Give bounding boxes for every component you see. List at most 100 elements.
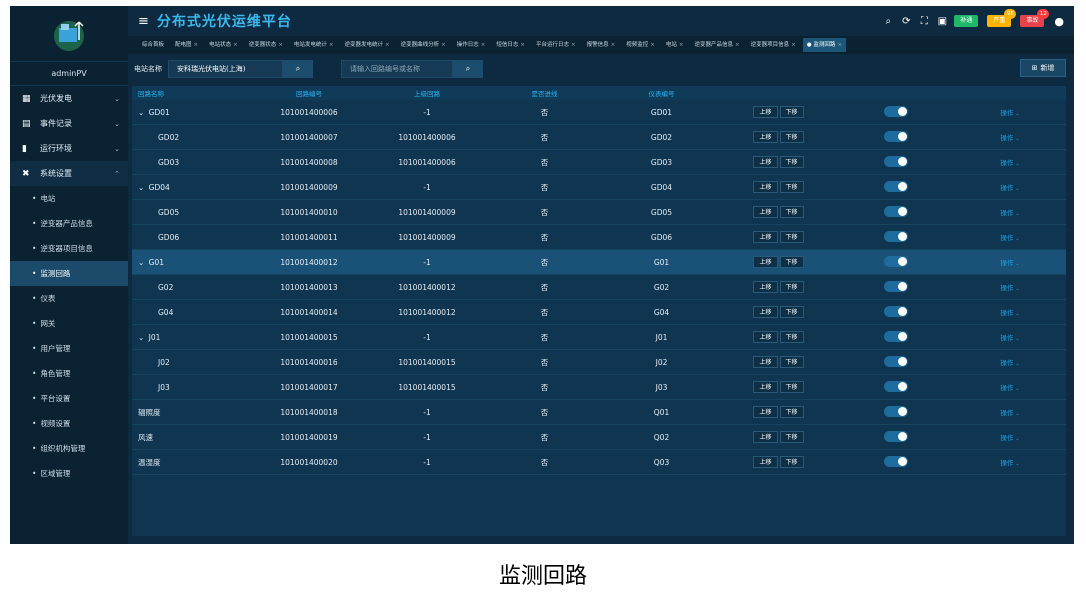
action-dropdown[interactable]: 操作 ⌄ (1000, 234, 1019, 242)
move-up-button[interactable]: 上移 (753, 206, 778, 218)
action-dropdown[interactable]: 操作 ⌄ (1000, 109, 1019, 117)
status-toggle[interactable] (883, 405, 908, 417)
tab[interactable]: 短信日志 × (492, 38, 529, 52)
sidebar-item[interactable]: • 逆变器项目信息 (10, 236, 128, 261)
tab-close-icon[interactable]: × (233, 42, 238, 48)
move-down-button[interactable]: 下移 (779, 331, 804, 343)
action-dropdown[interactable]: 操作 ⌄ (1000, 459, 1019, 467)
table-row[interactable]: 辐照度 101001400018 -1 否 Q01 上移 下移 操作 ⌄ (132, 400, 1066, 425)
tab-close-icon[interactable]: × (679, 42, 684, 48)
tab[interactable]: 逆变器状态 × (245, 38, 287, 52)
sidebar-item[interactable]: • 平台设置 (10, 386, 128, 411)
sidebar-group[interactable]: ▦ 光伏发电 ⌄ (10, 86, 128, 111)
move-down-button[interactable]: 下移 (779, 106, 804, 118)
tab[interactable]: ● 监测回路 × (802, 38, 846, 52)
table-row[interactable]: ⌄ GD01 101001400006 -1 否 GD01 上移 下移 操作 ⌄ (132, 100, 1066, 125)
menu-toggle-icon[interactable]: ≡ (138, 14, 149, 29)
tab[interactable]: 逆变器项目信息 × (747, 38, 800, 52)
status-toggle[interactable] (883, 280, 908, 292)
move-down-button[interactable]: 下移 (779, 231, 804, 243)
status-toggle[interactable] (883, 255, 908, 267)
move-up-button[interactable]: 上移 (753, 306, 778, 318)
sidebar-item[interactable]: • 组织机构管理 (10, 436, 128, 461)
table-row[interactable]: ⌄ J01 101001400015 -1 否 J01 上移 下移 操作 ⌄ (132, 325, 1066, 350)
move-up-button[interactable]: 上移 (753, 406, 778, 418)
status-toggle[interactable] (883, 105, 908, 117)
tab-close-icon[interactable]: × (278, 42, 283, 48)
move-down-button[interactable]: 下移 (779, 181, 804, 193)
move-down-button[interactable]: 下移 (779, 406, 804, 418)
status-toggle[interactable] (883, 180, 908, 192)
tab-close-icon[interactable]: × (735, 42, 740, 48)
move-down-button[interactable]: 下移 (779, 356, 804, 368)
status-toggle[interactable] (883, 430, 908, 442)
move-up-button[interactable]: 上移 (753, 281, 778, 293)
tab[interactable]: 电站 × (662, 38, 688, 52)
expand-chevron-icon[interactable]: ⌄ (138, 183, 147, 192)
move-up-button[interactable]: 上移 (753, 256, 778, 268)
move-down-button[interactable]: 下移 (779, 456, 804, 468)
sidebar-item[interactable]: • 逆变器产品信息 (10, 211, 128, 236)
table-row[interactable]: GD06 101001400011 101001400009 否 GD06 上移 下移 操作 ⌄ (132, 225, 1066, 250)
tab[interactable]: 报警信息 × (583, 38, 620, 52)
tab-close-icon[interactable]: × (194, 42, 199, 48)
tab-close-icon[interactable]: × (611, 42, 616, 48)
table-row[interactable]: ⌄ G01 101001400012 -1 否 G01 上移 下移 操作 ⌄ (132, 250, 1066, 275)
tab[interactable]: 逆变器产品信息 × (691, 38, 744, 52)
alarm-badge[interactable]: 严重 96 (987, 9, 1017, 27)
status-toggle[interactable] (883, 205, 908, 217)
action-dropdown[interactable]: 操作 ⌄ (1000, 284, 1019, 292)
move-down-button[interactable]: 下移 (779, 381, 804, 393)
action-dropdown[interactable]: 操作 ⌄ (1000, 209, 1019, 217)
refresh-icon[interactable]: ⟳ (900, 16, 912, 27)
status-toggle[interactable] (883, 355, 908, 367)
tab[interactable]: 逆变器发电统计 × (341, 38, 394, 52)
tab-close-icon[interactable]: × (520, 42, 525, 48)
move-down-button[interactable]: 下移 (779, 431, 804, 443)
move-up-button[interactable]: 上移 (753, 381, 778, 393)
alarm-badge[interactable]: 补通 (954, 15, 979, 27)
move-down-button[interactable]: 下移 (779, 131, 804, 143)
move-up-button[interactable]: 上移 (753, 331, 778, 343)
tab[interactable]: 综合首板 (138, 38, 168, 52)
table-row[interactable]: GD05 101001400010 101001400009 否 GD05 上移 下移 操作 ⌄ (132, 200, 1066, 225)
expand-chevron-icon[interactable]: ⌄ (138, 333, 147, 342)
tab-close-icon[interactable]: × (837, 42, 842, 48)
status-toggle[interactable] (883, 155, 908, 167)
alarm-badge[interactable]: 事故 12 (1020, 9, 1050, 27)
tab-close-icon[interactable]: × (571, 42, 576, 48)
status-toggle[interactable] (883, 230, 908, 242)
table-row[interactable]: GD03 101001400008 101001400006 否 GD03 上移 下移 操作 ⌄ (132, 150, 1066, 175)
tab[interactable]: 视频监控 × (622, 38, 659, 52)
action-dropdown[interactable]: 操作 ⌄ (1000, 309, 1019, 317)
table-row[interactable]: GD02 101001400007 101001400006 否 GD02 上移 下移 操作 ⌄ (132, 125, 1066, 150)
move-up-button[interactable]: 上移 (753, 231, 778, 243)
sidebar-item[interactable]: • 角色管理 (10, 361, 128, 386)
screen-icon[interactable]: ▣ (936, 16, 948, 27)
station-select[interactable]: 安科瑞光伏电站(上海) (168, 60, 283, 78)
action-dropdown[interactable]: 操作 ⌄ (1000, 384, 1019, 392)
move-up-button[interactable]: 上移 (753, 431, 778, 443)
action-dropdown[interactable]: 操作 ⌄ (1000, 259, 1019, 267)
tab[interactable]: 逆变器曲线分析 × (397, 38, 450, 52)
status-toggle[interactable] (883, 455, 908, 467)
sidebar-item[interactable]: • 用户管理 (10, 336, 128, 361)
expand-chevron-icon[interactable]: ⌄ (138, 258, 147, 267)
move-down-button[interactable]: 下移 (779, 256, 804, 268)
tab-close-icon[interactable]: × (650, 42, 655, 48)
tab[interactable]: 平台运行日志 × (532, 38, 580, 52)
tab[interactable]: 电站发电统计 × (290, 38, 338, 52)
sidebar-item[interactable]: • 视频设置 (10, 411, 128, 436)
move-up-button[interactable]: 上移 (753, 356, 778, 368)
table-row[interactable]: J02 101001400016 101001400015 否 J02 上移 下移 操作 ⌄ (132, 350, 1066, 375)
fullscreen-icon[interactable]: ⛶ (918, 16, 930, 27)
sidebar-group[interactable]: ▤ 事件记录 ⌄ (10, 111, 128, 136)
tab[interactable]: 操作日志 × (453, 38, 490, 52)
table-row[interactable]: G02 101001400013 101001400012 否 G02 上移 下移 操作 ⌄ (132, 275, 1066, 300)
expand-chevron-icon[interactable]: ⌄ (138, 108, 147, 117)
move-up-button[interactable]: 上移 (753, 181, 778, 193)
tab-close-icon[interactable]: × (385, 42, 390, 48)
action-dropdown[interactable]: 操作 ⌄ (1000, 334, 1019, 342)
status-toggle[interactable] (883, 305, 908, 317)
action-dropdown[interactable]: 操作 ⌄ (1000, 409, 1019, 417)
